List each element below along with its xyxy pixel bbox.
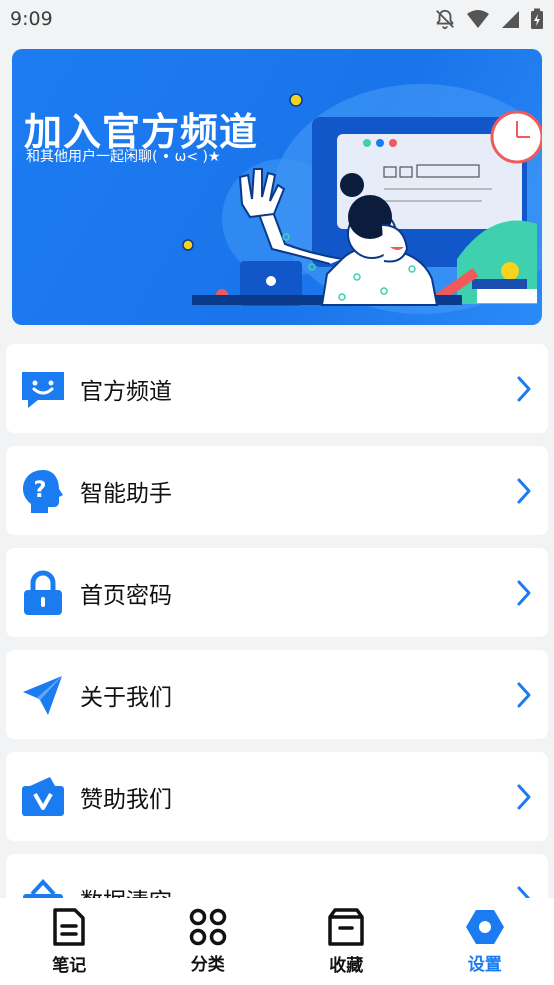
menu-item-sponsor-us[interactable]: 赞助我们 [6, 752, 548, 841]
menu-item-label: 关于我们 [80, 684, 172, 711]
menu-item-assistant[interactable]: ? 智能助手 [6, 446, 548, 535]
wallet-icon [20, 774, 66, 820]
bottom-navigation: 笔记 分类 收藏 设置 [0, 898, 554, 985]
nav-tab-settings[interactable]: 设置 [416, 898, 554, 985]
battery-icon [531, 8, 543, 29]
menu-item-label: 智能助手 [80, 480, 172, 507]
menu-item-home-password[interactable]: 首页密码 [6, 548, 548, 637]
official-channel-banner[interactable]: 加入官方频道 和其他用户一起闲聊( • ω< )★ [12, 49, 542, 325]
nav-tab-notes[interactable]: 笔记 [0, 898, 139, 985]
wifi-icon [467, 10, 489, 28]
chevron-right-icon [517, 784, 531, 809]
category-icon [189, 908, 226, 946]
menu-item-label: 官方频道 [80, 378, 172, 405]
chevron-right-icon [517, 580, 531, 605]
status-time: 9:09 [10, 8, 53, 30]
banner-illustration [182, 84, 542, 314]
chat-smile-icon [20, 366, 66, 412]
chevron-right-icon [517, 682, 531, 707]
nav-tab-categories[interactable]: 分类 [139, 898, 278, 985]
chevron-right-icon [517, 478, 531, 503]
paper-plane-icon [20, 672, 66, 718]
svg-text:?: ? [34, 478, 47, 503]
status-bar: 9:09 [0, 0, 554, 38]
menu-item-about-us[interactable]: 关于我们 [6, 650, 548, 739]
status-icons [434, 8, 544, 30]
chevron-right-icon [517, 376, 531, 401]
box-icon [328, 908, 364, 946]
lock-icon [20, 570, 66, 616]
note-icon [53, 908, 85, 946]
nav-label: 笔记 [52, 956, 87, 976]
notifications-off-icon [436, 9, 454, 30]
nav-tab-favorites[interactable]: 收藏 [277, 898, 416, 985]
nav-label: 设置 [467, 955, 502, 975]
menu-item-label: 首页密码 [80, 582, 172, 609]
settings-hex-icon [465, 910, 504, 944]
nav-label: 收藏 [329, 956, 364, 976]
banner-subtitle: 和其他用户一起闲聊( • ω< )★ [26, 149, 221, 165]
menu-item-label: 赞助我们 [80, 786, 172, 813]
menu-item-official-channel[interactable]: 官方频道 [6, 344, 548, 433]
nav-label: 分类 [190, 955, 225, 975]
signal-icon [502, 11, 519, 28]
assistant-head-icon: ? [20, 468, 66, 514]
